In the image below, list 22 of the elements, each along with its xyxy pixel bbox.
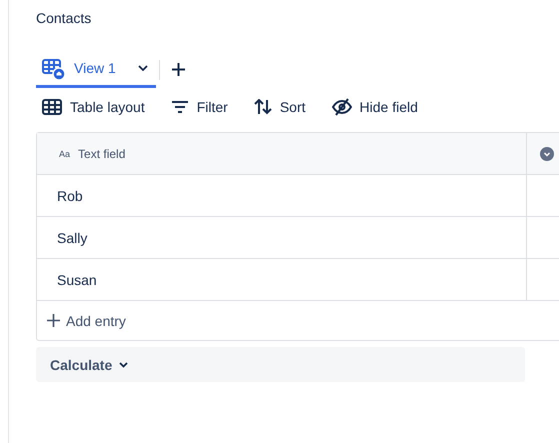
filter-button[interactable]: Filter <box>164 95 240 119</box>
table-cell-text: Sally <box>56 228 88 248</box>
sort-icon <box>254 99 272 115</box>
table-home-icon <box>42 59 66 81</box>
filter-icon <box>170 100 189 114</box>
sort-button[interactable]: Sort <box>248 95 318 119</box>
hide-field-button[interactable]: Hide field <box>326 94 430 120</box>
add-view-icon[interactable] <box>172 63 185 76</box>
text-type-icon: Aa <box>59 148 70 158</box>
calculate-button[interactable]: Calculate <box>36 347 525 382</box>
layout-button[interactable]: Table layout <box>36 95 157 119</box>
table-icon <box>42 99 62 115</box>
chevron-down-icon[interactable] <box>138 65 148 71</box>
table-cell-text: Rob <box>56 186 84 206</box>
eye-slash-icon <box>332 98 352 116</box>
plus-icon <box>47 314 60 327</box>
column-label: Text field <box>78 146 126 160</box>
table-cell-text: Susan <box>56 270 98 290</box>
add-entry-button[interactable]: Add entry <box>37 301 136 340</box>
view-tab[interactable]: View 1 <box>36 56 156 88</box>
chevron-down-icon <box>119 362 128 368</box>
page-title: Contacts <box>36 10 92 28</box>
